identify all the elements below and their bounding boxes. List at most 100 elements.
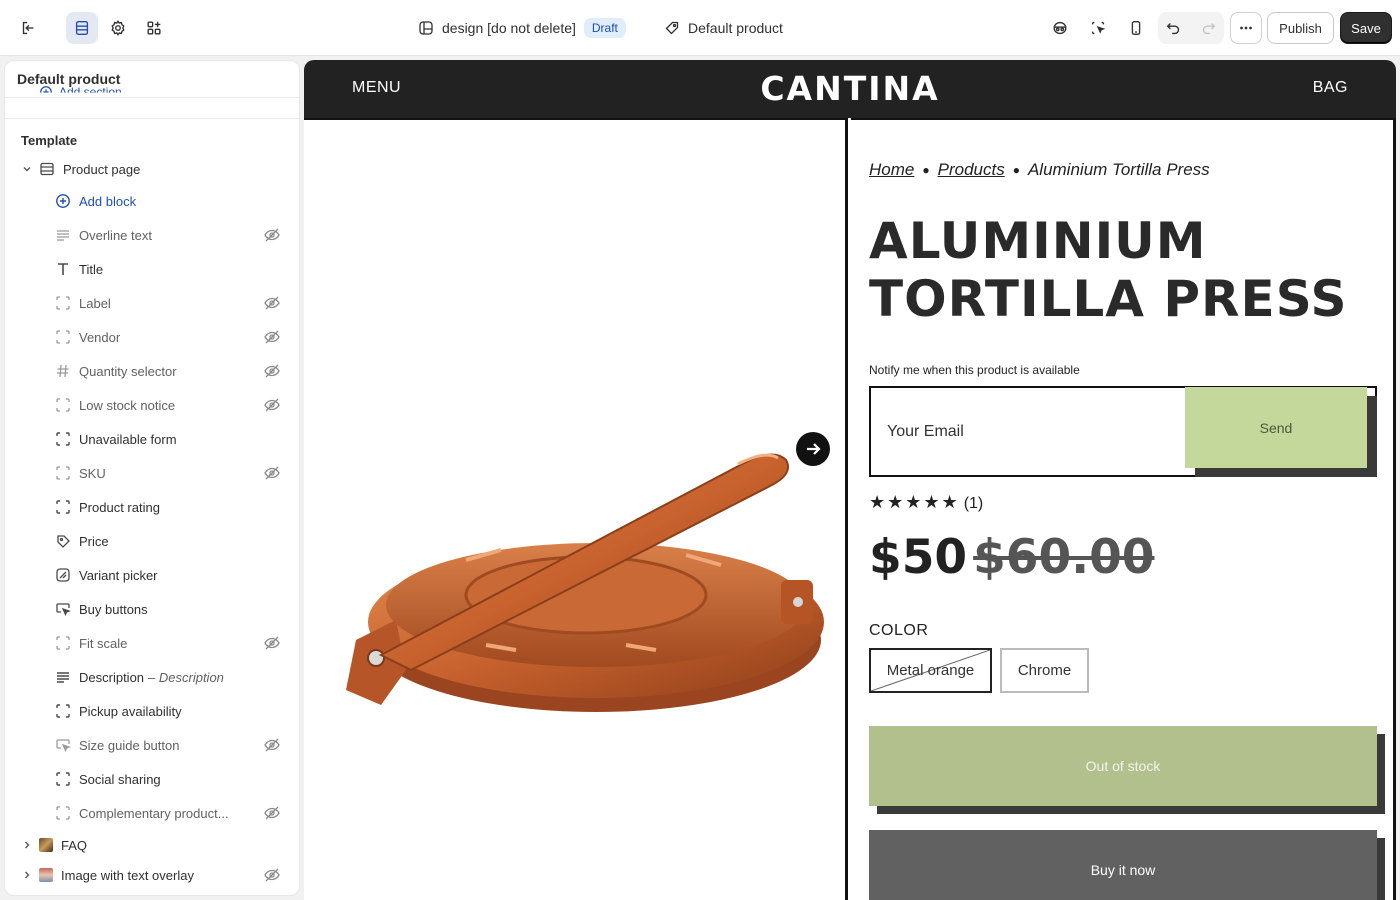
section-product-page[interactable]: Product page bbox=[5, 154, 299, 184]
block-vendor[interactable]: Vendor bbox=[5, 322, 299, 352]
undo-button[interactable] bbox=[1158, 12, 1190, 44]
price-tag-icon bbox=[55, 533, 71, 549]
color-option-label-text: Metal orange bbox=[886, 662, 975, 679]
breadcrumb-separator: ● bbox=[922, 163, 930, 177]
block-label: SKU bbox=[79, 465, 106, 481]
cursor-button-icon bbox=[55, 601, 71, 617]
out-of-stock-button[interactable]: Out of stock bbox=[869, 726, 1377, 806]
chevron-right-icon[interactable] bbox=[21, 869, 33, 881]
block-frame-icon bbox=[55, 295, 71, 311]
block-quantity-selector[interactable]: Quantity selector bbox=[5, 356, 299, 386]
select-cursor-icon bbox=[1091, 21, 1106, 35]
rating-count: (1) bbox=[963, 495, 984, 512]
color-option-chrome[interactable]: Chrome bbox=[1000, 648, 1089, 693]
block-label: Social sharing bbox=[79, 771, 161, 787]
block-label-block[interactable]: Label bbox=[5, 288, 299, 318]
block-frame-icon bbox=[55, 329, 71, 345]
block-buy-buttons[interactable]: Buy buttons bbox=[5, 594, 299, 624]
section-faq[interactable]: FAQ bbox=[5, 830, 299, 860]
breadcrumb-products[interactable]: Products bbox=[938, 160, 1005, 180]
store-bag-link[interactable]: BAG bbox=[1313, 79, 1348, 97]
compare-at-price: $60.00 bbox=[973, 530, 1155, 585]
app-embeds-button[interactable] bbox=[138, 12, 170, 44]
block-pickup-availability[interactable]: Pickup availability bbox=[5, 696, 299, 726]
exit-icon bbox=[22, 21, 34, 35]
price: $50 $60.00 bbox=[869, 530, 1154, 585]
buy-it-now-button[interactable]: Buy it now bbox=[869, 830, 1377, 900]
block-frame-icon bbox=[55, 703, 71, 719]
block-overline-text[interactable]: Overline text bbox=[5, 220, 299, 250]
sections-sidebar: Default product Add section Template Pro… bbox=[4, 60, 300, 896]
block-label: Complementary product... bbox=[79, 805, 229, 821]
block-frame-icon bbox=[55, 465, 71, 481]
block-sku[interactable]: SKU bbox=[5, 458, 299, 488]
gallery-next-button[interactable] bbox=[796, 432, 830, 466]
exit-button[interactable] bbox=[12, 12, 44, 44]
block-title[interactable]: Title bbox=[5, 254, 299, 284]
store-logo[interactable]: CANTINA bbox=[304, 69, 1396, 108]
block-variant-picker[interactable]: Variant picker bbox=[5, 560, 299, 590]
eye-hidden-icon[interactable] bbox=[263, 396, 281, 414]
block-frame-icon bbox=[55, 635, 71, 651]
breadcrumb-home[interactable]: Home bbox=[869, 160, 914, 180]
product-section-icon bbox=[39, 161, 55, 177]
color-option-metal-orange[interactable]: Metal orange bbox=[869, 648, 992, 693]
eye-hidden-icon[interactable] bbox=[263, 634, 281, 652]
eye-hidden-icon[interactable] bbox=[263, 736, 281, 754]
color-option-label-text: Chrome bbox=[1017, 662, 1072, 679]
block-label: Label bbox=[79, 295, 111, 311]
chevron-down-icon[interactable] bbox=[21, 163, 33, 175]
eye-hidden-icon[interactable] bbox=[263, 226, 281, 244]
block-description[interactable]: Description – Description bbox=[5, 662, 299, 692]
block-size-guide-button[interactable]: Size guide button bbox=[5, 730, 299, 760]
inspector-button[interactable] bbox=[1044, 12, 1076, 44]
more-actions-button[interactable] bbox=[1230, 12, 1262, 44]
block-social-sharing[interactable]: Social sharing bbox=[5, 764, 299, 794]
eye-hidden-icon[interactable] bbox=[263, 866, 281, 884]
notify-form: Your Email Send bbox=[869, 386, 1377, 477]
eye-hidden-icon[interactable] bbox=[263, 294, 281, 312]
notify-label: Notify me when this product is available bbox=[869, 363, 1080, 377]
block-low-stock-notice[interactable]: Low stock notice bbox=[5, 390, 299, 420]
chevron-right-icon[interactable] bbox=[21, 839, 33, 851]
block-frame-icon bbox=[55, 771, 71, 787]
publish-button[interactable]: Publish bbox=[1267, 12, 1334, 44]
eye-hidden-icon[interactable] bbox=[263, 328, 281, 346]
save-button[interactable]: Save bbox=[1340, 12, 1392, 44]
send-button[interactable]: Send bbox=[1185, 387, 1367, 468]
email-input[interactable]: Your Email bbox=[887, 423, 964, 441]
redo-button[interactable] bbox=[1192, 12, 1224, 44]
block-complementary-products[interactable]: Complementary product... bbox=[5, 798, 299, 828]
block-label: Fit scale bbox=[79, 635, 128, 651]
undo-icon bbox=[1166, 23, 1180, 35]
template-selector[interactable]: Default product bbox=[664, 16, 783, 40]
tag-icon bbox=[665, 21, 679, 35]
color-option-label: COLOR bbox=[869, 622, 929, 639]
section-image-with-text-overlay[interactable]: Image with text overlay bbox=[5, 860, 299, 890]
block-frame-icon bbox=[55, 499, 71, 515]
block-fit-scale[interactable]: Fit scale bbox=[5, 628, 299, 658]
theme-settings-button[interactable] bbox=[102, 12, 134, 44]
product-rating: ★★★★★ (1) bbox=[869, 492, 983, 513]
eye-hidden-icon[interactable] bbox=[263, 464, 281, 482]
block-label: Low stock notice bbox=[79, 397, 176, 413]
mobile-view-button[interactable] bbox=[1120, 12, 1152, 44]
eye-hidden-icon[interactable] bbox=[263, 362, 281, 380]
product-title: ALUMINIUM TORTILLA PRESS bbox=[869, 212, 1379, 328]
add-block-button[interactable]: Add block bbox=[5, 186, 299, 216]
sections-button[interactable] bbox=[66, 12, 98, 44]
select-element-button[interactable] bbox=[1082, 12, 1114, 44]
block-unavailable-form[interactable]: Unavailable form bbox=[5, 424, 299, 454]
tortilla-press-image bbox=[346, 453, 824, 712]
more-horizontal-icon bbox=[1240, 26, 1252, 30]
editor-topbar: design [do not delete] Draft Default pro… bbox=[0, 0, 1400, 56]
block-product-rating[interactable]: Product rating bbox=[5, 492, 299, 522]
section-label: FAQ bbox=[61, 837, 88, 853]
eye-hidden-icon[interactable] bbox=[263, 804, 281, 822]
theme-selector[interactable]: design [do not delete] Draft bbox=[418, 16, 626, 40]
block-price[interactable]: Price bbox=[5, 526, 299, 556]
block-frame-icon bbox=[55, 431, 71, 447]
status-badge: Draft bbox=[583, 18, 626, 38]
breadcrumb: Home ● Products ● Aluminium Tortilla Pre… bbox=[869, 160, 1210, 180]
rating-stars: ★★★★★ bbox=[869, 492, 960, 512]
